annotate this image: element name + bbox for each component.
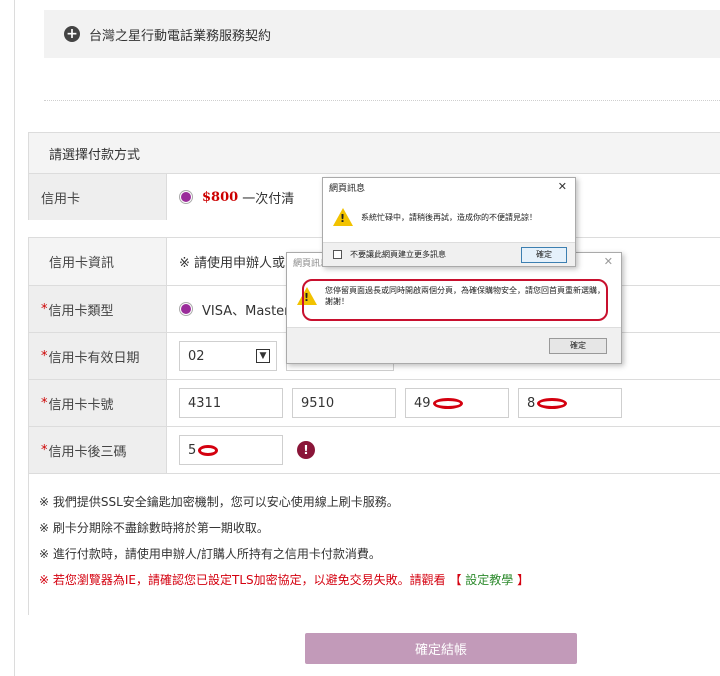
card-expiry-label: 信用卡有效日期 bbox=[48, 350, 140, 366]
dialog-ok-button[interactable]: 確定 bbox=[521, 246, 567, 263]
redaction-mark bbox=[537, 397, 568, 409]
suppress-label: 不要讓此網頁建立更多訊息 bbox=[350, 250, 446, 259]
card-cvv-field[interactable]: 5 bbox=[179, 435, 283, 465]
dialog-message: 系統忙碌中，請稍後再試，造成你的不便請見諒！ bbox=[361, 212, 537, 222]
card-number-field-3[interactable]: 49 bbox=[405, 388, 509, 418]
contract-title: 台灣之星行動電話業務服務契約 bbox=[89, 28, 272, 44]
card-type-radio[interactable] bbox=[179, 302, 193, 316]
chevron-down-icon[interactable]: ▼ bbox=[256, 349, 270, 363]
card-number-field-4[interactable]: 8 bbox=[518, 388, 622, 418]
card-number-field-2[interactable]: 9510 bbox=[292, 388, 396, 418]
required-mark: * bbox=[41, 442, 48, 458]
note-ie-text: ※ 若您瀏覽器為IE，請確認您已設定TLS加密協定，以避免交易失敗。請觀看 【 bbox=[39, 573, 462, 587]
dialog-ok-button[interactable]: 確定 bbox=[549, 337, 607, 354]
close-icon[interactable]: ✕ bbox=[558, 180, 567, 193]
contract-expander[interactable]: + 台灣之星行動電話業務服務契約 bbox=[44, 10, 720, 58]
highlight-oval bbox=[302, 279, 608, 321]
system-busy-dialog: 網頁訊息 ✕ ! 系統忙碌中，請稍後再試，造成你的不便請見諒！ 不要讓此網頁建立… bbox=[322, 177, 576, 267]
divider bbox=[44, 100, 720, 101]
card-number-label: 信用卡卡號 bbox=[48, 397, 114, 413]
payment-method-label: 信用卡 bbox=[29, 174, 167, 220]
dialog-footer: 不要讓此網頁建立更多訊息 確定 bbox=[323, 242, 575, 266]
expiry-month-value: 02 bbox=[188, 348, 205, 364]
dialog-footer: 確定 bbox=[287, 327, 621, 363]
card-type-label: 信用卡類型 bbox=[48, 303, 114, 319]
card-cvv-row: * 信用卡後三碼 5 ! bbox=[29, 426, 720, 473]
page-left-border bbox=[14, 0, 15, 676]
card-number-3: 49 bbox=[414, 395, 431, 411]
card-number-1: 4311 bbox=[188, 395, 222, 411]
note-ie: ※ 若您瀏覽器為IE，請確認您已設定TLS加密協定，以避免交易失敗。請觀看 【 … bbox=[39, 572, 710, 588]
tutorial-link[interactable]: 設定教學 bbox=[465, 573, 513, 587]
required-mark: * bbox=[41, 348, 48, 364]
card-number-4: 8 bbox=[527, 395, 536, 411]
redaction-mark bbox=[198, 444, 219, 456]
dialog-body: ! 系統忙碌中，請稍後再試，造成你的不便請見諒！ bbox=[323, 196, 575, 226]
payment-amount: $800 bbox=[202, 189, 239, 205]
card-type-value: VISA、Master bbox=[202, 303, 290, 319]
card-info-heading: 信用卡資訊 bbox=[29, 238, 167, 285]
expiry-month-select[interactable]: 02 ▼ bbox=[179, 341, 277, 371]
confirm-checkout-button[interactable]: 確定結帳 bbox=[305, 633, 577, 664]
payment-method-heading: 請選擇付款方式 bbox=[29, 133, 720, 173]
card-number-field-1[interactable]: 4311 bbox=[179, 388, 283, 418]
card-number-2: 9510 bbox=[301, 395, 335, 411]
note-cardholder: ※ 進行付款時，請使用申辦人/訂購人所持有之信用卡付款消費。 bbox=[39, 547, 381, 561]
warning-icon: ! bbox=[333, 208, 353, 226]
plus-icon[interactable]: + bbox=[64, 26, 80, 42]
note-ie-end: 】 bbox=[517, 573, 530, 587]
redaction-mark bbox=[432, 397, 463, 409]
session-timeout-dialog: 網頁訊息 ✕ ! 您停留頁面過長或同時開啟兩個分頁，為確保購物安全，請您回首頁重… bbox=[286, 252, 622, 364]
required-mark: * bbox=[41, 301, 48, 317]
card-cvv-value: 5 bbox=[188, 442, 197, 458]
payment-installment: 一次付清 bbox=[242, 191, 295, 207]
note-ssl: ※ 我們提供SSL安全鑰匙加密機制，您可以安心使用線上刷卡服務。 bbox=[39, 495, 399, 509]
card-number-row: * 信用卡卡號 4311 9510 49 8 bbox=[29, 379, 720, 426]
close-icon[interactable]: ✕ bbox=[604, 255, 613, 268]
info-alert-icon[interactable]: ! bbox=[297, 441, 315, 459]
dialog-title-text: 網頁訊息 bbox=[329, 183, 366, 194]
payment-radio[interactable] bbox=[179, 190, 193, 204]
card-cvv-label: 信用卡後三碼 bbox=[48, 444, 127, 460]
required-mark: * bbox=[41, 395, 48, 411]
note-installment: ※ 刷卡分期除不盡餘數時將於第一期收取。 bbox=[39, 521, 269, 535]
dialog-title: 網頁訊息 ✕ bbox=[323, 178, 575, 196]
notes-block: ※ 我們提供SSL安全鑰匙加密機制，您可以安心使用線上刷卡服務。 ※ 刷卡分期除… bbox=[29, 473, 720, 615]
suppress-checkbox[interactable] bbox=[333, 250, 342, 259]
